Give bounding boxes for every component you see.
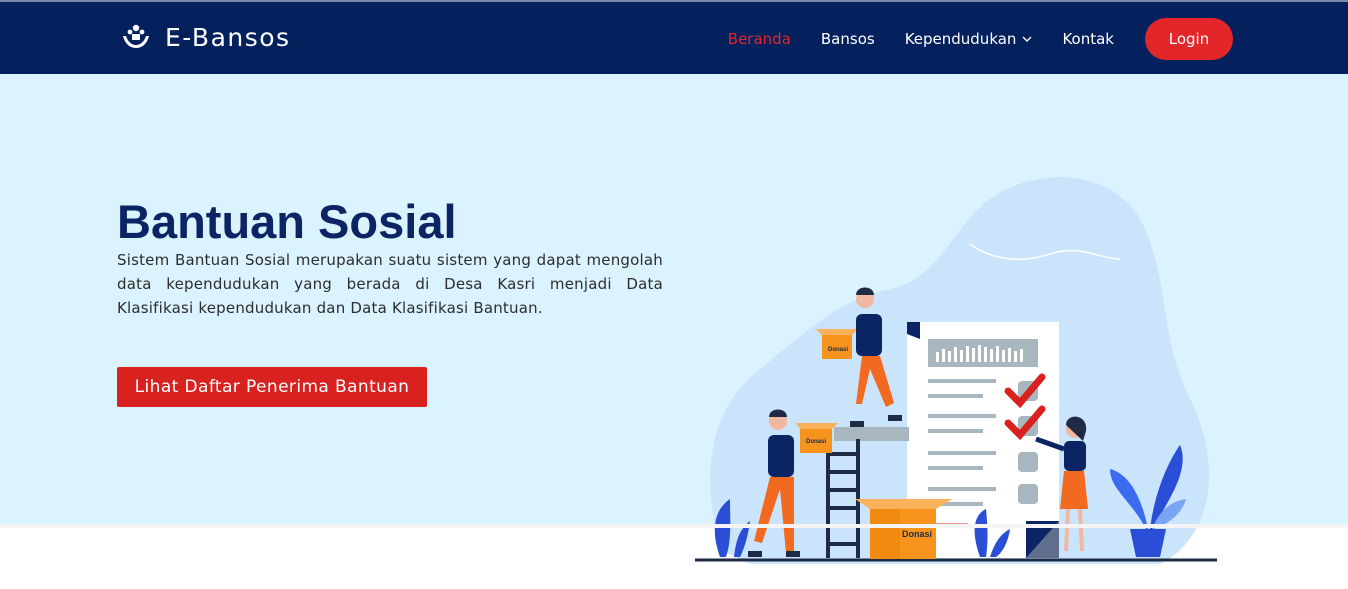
donation-box-small-label: Donasi (828, 347, 848, 353)
donation-box-label: Donasi (902, 529, 932, 539)
hero-description: Sistem Bantuan Sosial merupakan suatu si… (117, 251, 663, 317)
nav-item-kontak[interactable]: Kontak (1062, 30, 1114, 48)
brand-logo[interactable]: E-Bansos (121, 22, 291, 52)
hero-title: Bantuan Sosial (117, 195, 457, 248)
hands-people-icon (123, 24, 149, 48)
nav-item-kependudukan-label: Kependudukan (904, 30, 1017, 48)
nav-item-bansos[interactable]: Bansos (821, 30, 875, 48)
donation-box-small-label-2: Donasi (806, 439, 826, 445)
nav-item-beranda[interactable]: Beranda (728, 30, 791, 48)
nav-item-kependudukan[interactable]: Kependudukan (905, 30, 1033, 48)
main-nav: Beranda Bansos Kependudukan Kontak Login (728, 18, 1233, 60)
brand-name: E-Bansos (165, 22, 291, 52)
bottom-divider (0, 524, 1348, 528)
view-recipients-button[interactable]: Lihat Daftar Penerima Bantuan (117, 367, 427, 407)
navbar: E-Bansos Beranda Bansos Kependudukan Kon… (0, 0, 1348, 74)
hero-section: Bantuan Sosial Sistem Bantuan Sosial mer… (0, 74, 1348, 565)
chevron-down-icon (1022, 36, 1032, 42)
login-button[interactable]: Login (1145, 18, 1233, 60)
